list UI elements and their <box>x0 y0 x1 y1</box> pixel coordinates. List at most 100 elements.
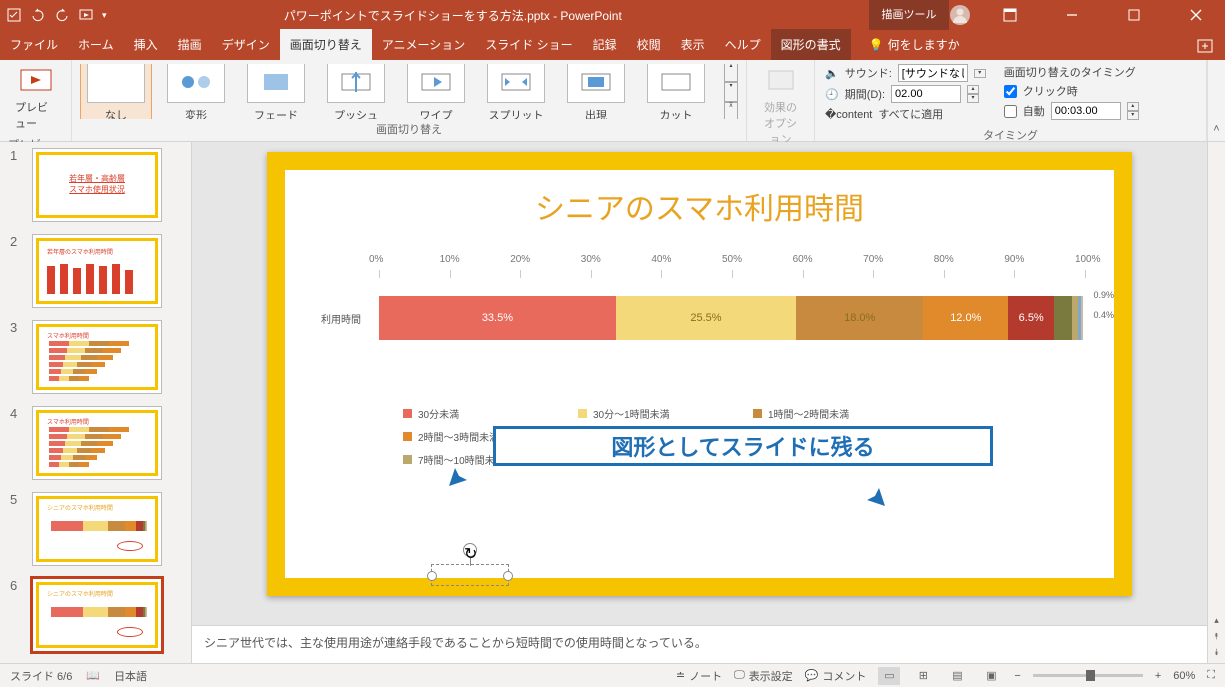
thumbnail[interactable]: 1若年層・高齢層 スマホ使用状況 <box>0 142 191 228</box>
transition-cut[interactable]: カット <box>640 64 712 119</box>
slide-thumbnails-panel[interactable]: 1若年層・高齢層 スマホ使用状況2若年層のスマホ利用時間3スマホ利用時間4スマホ… <box>0 142 192 663</box>
share-button[interactable] <box>1185 32 1225 60</box>
duration-field[interactable] <box>891 85 961 103</box>
clock-icon: 🕘 <box>825 88 839 101</box>
preview-button[interactable]: プレビュー <box>8 64 63 134</box>
slide[interactable]: シニアのスマホ利用時間 利用時間 33.5%25.5%18.0%12.0%6.5… <box>267 152 1132 596</box>
start-from-beginning-icon[interactable] <box>78 7 94 23</box>
axis-tick <box>450 254 451 282</box>
legend-item: 30分未満 <box>403 406 578 421</box>
spinner-down-icon[interactable]: ▾ <box>1127 111 1139 120</box>
tab-insert[interactable]: 挿入 <box>124 29 168 60</box>
slide-canvas[interactable]: シニアのスマホ利用時間 利用時間 33.5%25.5%18.0%12.0%6.5… <box>192 142 1207 625</box>
spinner-up-icon[interactable]: ▴ <box>967 85 979 94</box>
transition-push[interactable]: プッシュ <box>320 64 392 119</box>
undo-icon[interactable] <box>30 7 46 23</box>
spellcheck-icon[interactable]: 📖 <box>86 669 100 682</box>
sound-icon: 🔈 <box>825 67 839 80</box>
ribbon-tabs: ファイル ホーム 挿入 描画 デザイン 画面切り替え アニメーション スライド … <box>0 30 1225 60</box>
autosave-icon[interactable] <box>6 7 22 23</box>
title-bar: ▾ パワーポイントでスライドショーをする方法.pptx - PowerPoint… <box>0 0 1225 30</box>
tab-draw[interactable]: 描画 <box>168 29 212 60</box>
tab-slideshow[interactable]: スライド ショー <box>475 29 582 60</box>
zoom-level[interactable]: 60% <box>1173 670 1195 682</box>
on-click-checkbox[interactable] <box>1004 85 1017 98</box>
thumbnail[interactable]: 2若年層のスマホ利用時間 <box>0 228 191 314</box>
tab-file[interactable]: ファイル <box>0 29 68 60</box>
display-settings-button[interactable]: 🖵 表示設定 <box>734 668 793 684</box>
notes-button[interactable]: ≐ ノート <box>676 668 722 684</box>
transition-none[interactable]: なし <box>80 64 152 119</box>
after-checkbox[interactable] <box>1004 105 1017 118</box>
collapse-ribbon-icon[interactable]: ˄ <box>1207 60 1225 141</box>
tab-transitions[interactable]: 画面切り替え <box>280 29 372 60</box>
thumbnail[interactable]: 3スマホ利用時間 <box>0 314 191 400</box>
minimize-icon[interactable] <box>1049 1 1095 29</box>
annotation-box: 図形としてスライドに残る <box>493 426 993 466</box>
thumbnail[interactable]: 4スマホ利用時間 <box>0 400 191 486</box>
redo-icon[interactable] <box>54 7 70 23</box>
tab-animations[interactable]: アニメーション <box>372 29 476 60</box>
account-icon[interactable] <box>949 4 971 26</box>
rotate-handle-icon[interactable]: ↻ <box>463 543 477 557</box>
bar-segment: 33.5% <box>379 296 616 340</box>
tab-view[interactable]: 表示 <box>671 29 715 60</box>
transition-wipe[interactable]: ワイプ <box>400 64 472 119</box>
prev-slide-double-icon[interactable]: ⯭ <box>1210 629 1224 643</box>
thumbnail[interactable]: 6シニアのスマホ利用時間 <box>0 572 191 658</box>
transition-appear[interactable]: 出現 <box>560 64 632 119</box>
axis-tick <box>944 254 945 282</box>
tab-home[interactable]: ホーム <box>68 29 124 60</box>
sound-select[interactable] <box>898 64 968 82</box>
gallery-down-icon[interactable]: ▾ <box>724 82 738 102</box>
notes-pane[interactable]: シニア世代では、主な使用用途が連絡手段であることから短時間での使用時間となってい… <box>192 625 1207 663</box>
slideshow-view-icon[interactable]: ▣ <box>980 667 1002 685</box>
legend-swatch <box>403 455 412 464</box>
language-label[interactable]: 日本語 <box>114 668 147 684</box>
tab-record[interactable]: 記録 <box>583 29 627 60</box>
spinner-up-icon[interactable]: ▴ <box>1127 102 1139 111</box>
fit-to-window-icon[interactable]: ⛶ <box>1207 669 1215 682</box>
tab-help[interactable]: ヘルプ <box>715 29 771 60</box>
close-icon[interactable] <box>1173 1 1219 29</box>
after-time-field[interactable] <box>1051 102 1121 120</box>
vertical-scrollbar[interactable]: ▴ ⯭ ⯯ <box>1207 142 1225 663</box>
sorter-view-icon[interactable]: ⊞ <box>912 667 934 685</box>
axis-tick <box>873 254 874 282</box>
selected-shape-handles[interactable]: ↻ <box>431 564 509 586</box>
ribbon: プレビュー プレビュー なし変形フェードプッシュワイプスプリット出現カット▴▾⊼… <box>0 60 1225 142</box>
legend-swatch <box>753 409 762 418</box>
bar-segment: 6.5% <box>1008 296 1054 340</box>
advance-slide-label: 画面切り替えのタイミング <box>1004 64 1139 80</box>
tell-me[interactable]: 💡何をしますか <box>859 29 970 60</box>
transition-morph[interactable]: 変形 <box>160 64 232 119</box>
tab-shape-format[interactable]: 図形の書式 <box>771 29 851 60</box>
thumbnail[interactable]: 5シニアのスマホ利用時間 <box>0 486 191 572</box>
spinner-down-icon[interactable]: ▾ <box>967 94 979 103</box>
axis-tick <box>1014 254 1015 282</box>
next-slide-double-icon[interactable]: ⯯ <box>1210 645 1224 659</box>
prev-slide-icon[interactable]: ▴ <box>1210 613 1224 627</box>
reading-view-icon[interactable]: ▤ <box>946 667 968 685</box>
ribbon-display-icon[interactable] <box>987 1 1033 29</box>
comments-button[interactable]: 💬 コメント <box>805 668 867 684</box>
ext-label-1: 0.9% <box>1093 290 1114 300</box>
zoom-out-icon[interactable]: − <box>1014 670 1020 682</box>
transition-split[interactable]: スプリット <box>480 64 552 119</box>
chart: 利用時間 33.5%25.5%18.0%12.0%6.5% 0.9% 0.4% … <box>303 254 1096 574</box>
legend-item: 1時間～2時間未満 <box>753 406 928 421</box>
transition-fade[interactable]: フェード <box>240 64 312 119</box>
gallery-up-icon[interactable]: ▴ <box>724 64 738 82</box>
slide-counter: スライド 6/6 <box>10 668 72 684</box>
sound-dropdown-icon[interactable]: ▾ <box>974 69 986 78</box>
normal-view-icon[interactable]: ▭ <box>878 667 900 685</box>
bar-segment <box>1054 296 1072 340</box>
zoom-slider[interactable] <box>1033 674 1143 677</box>
axis-tick <box>803 254 804 282</box>
zoom-in-icon[interactable]: + <box>1155 670 1161 682</box>
gallery-more-icon[interactable]: ⊼ <box>724 102 738 120</box>
tab-design[interactable]: デザイン <box>212 29 280 60</box>
apply-to-all-button[interactable]: �contentすべてに適用 <box>825 106 986 122</box>
tab-review[interactable]: 校閲 <box>627 29 671 60</box>
maximize-icon[interactable] <box>1111 1 1157 29</box>
